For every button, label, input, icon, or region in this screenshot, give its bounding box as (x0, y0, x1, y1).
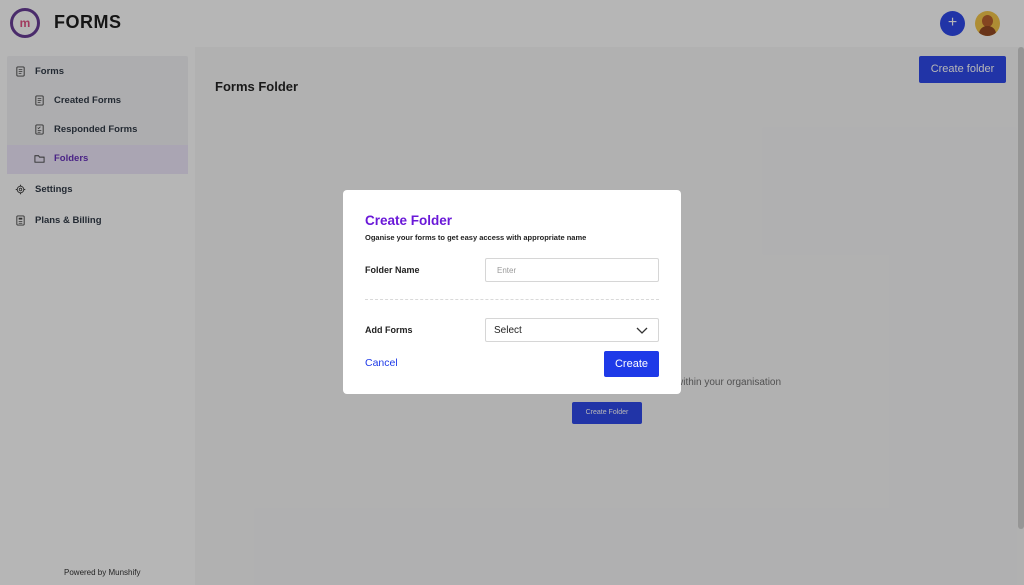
dialog-subtitle: Oganise your forms to get easy access wi… (365, 233, 587, 242)
folder-name-input[interactable] (485, 258, 659, 282)
add-forms-select[interactable]: Select (485, 318, 659, 342)
select-value: Select (494, 325, 522, 336)
chevron-down-icon (636, 327, 648, 334)
dialog-title: Create Folder (365, 213, 453, 228)
divider (365, 299, 659, 300)
folder-name-label: Folder Name (365, 265, 420, 275)
create-button[interactable]: Create (604, 351, 659, 377)
cancel-button[interactable]: Cancel (365, 357, 398, 369)
create-folder-dialog: Create Folder Oganise your forms to get … (343, 190, 681, 394)
add-forms-label: Add Forms (365, 325, 413, 335)
